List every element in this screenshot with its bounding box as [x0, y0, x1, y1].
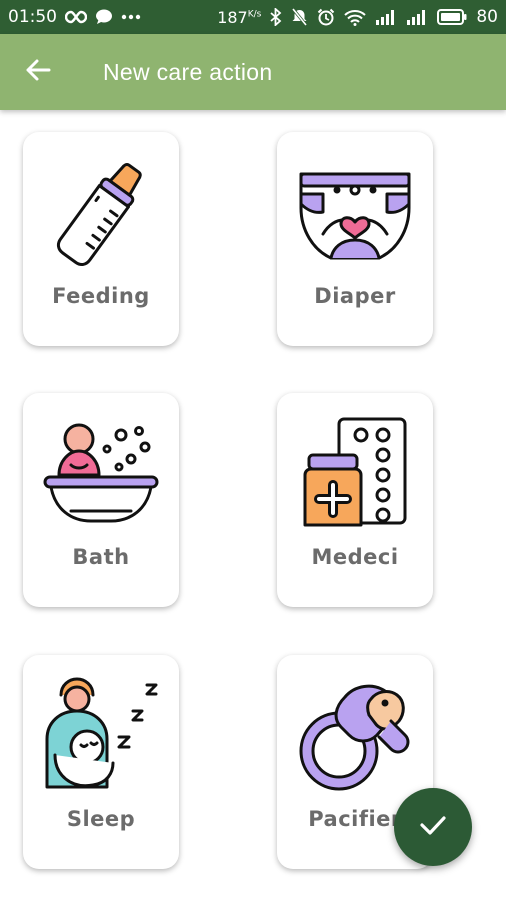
confirm-fab-button[interactable] [394, 788, 472, 866]
action-label-sleep: Sleep [66, 807, 136, 831]
action-card-bath[interactable]: Bath [23, 393, 179, 607]
action-card-feeding[interactable]: Feeding [23, 132, 179, 346]
action-label-medecine: Medeci [311, 545, 399, 569]
action-card-diaper[interactable]: Diaper [277, 132, 433, 346]
alarm-icon [317, 8, 335, 26]
signal-icon-2 [406, 9, 428, 25]
pacifier-icon [299, 684, 410, 791]
more-dots-icon [121, 14, 141, 20]
network-speed-value: 187 [217, 7, 248, 27]
action-card-sleep[interactable]: Sleep [23, 655, 179, 869]
back-button[interactable] [18, 54, 58, 90]
wifi-icon [344, 9, 367, 26]
baby-bottle-icon [56, 162, 142, 267]
check-icon [419, 814, 447, 840]
status-bar: 01:50 187K/s 80 [0, 0, 506, 34]
bathtub-icon [43, 423, 159, 523]
medicine-icon [303, 417, 407, 527]
mute-icon [291, 8, 308, 26]
bluetooth-icon [270, 8, 282, 26]
diaper-icon [299, 172, 411, 260]
status-time: 01:50 [8, 7, 57, 27]
infinity-icon [65, 10, 87, 24]
battery-level: 80 [476, 7, 498, 27]
network-speed: 187K/s [217, 8, 261, 27]
action-label-diaper: Diaper [314, 284, 396, 308]
network-speed-unit: K/s [247, 9, 262, 20]
app-bar: New care action [0, 34, 506, 110]
chat-bubble-icon [95, 8, 113, 26]
action-label-bath: Bath [72, 545, 130, 569]
sleeping-baby-icon [45, 677, 158, 789]
battery-icon [437, 9, 467, 25]
arrow-left-icon [25, 58, 51, 86]
page-title: New care action [103, 59, 273, 85]
action-card-medecine[interactable]: Medeci [277, 393, 433, 607]
action-label-feeding: Feeding [52, 284, 150, 308]
signal-icon-1 [375, 9, 397, 25]
